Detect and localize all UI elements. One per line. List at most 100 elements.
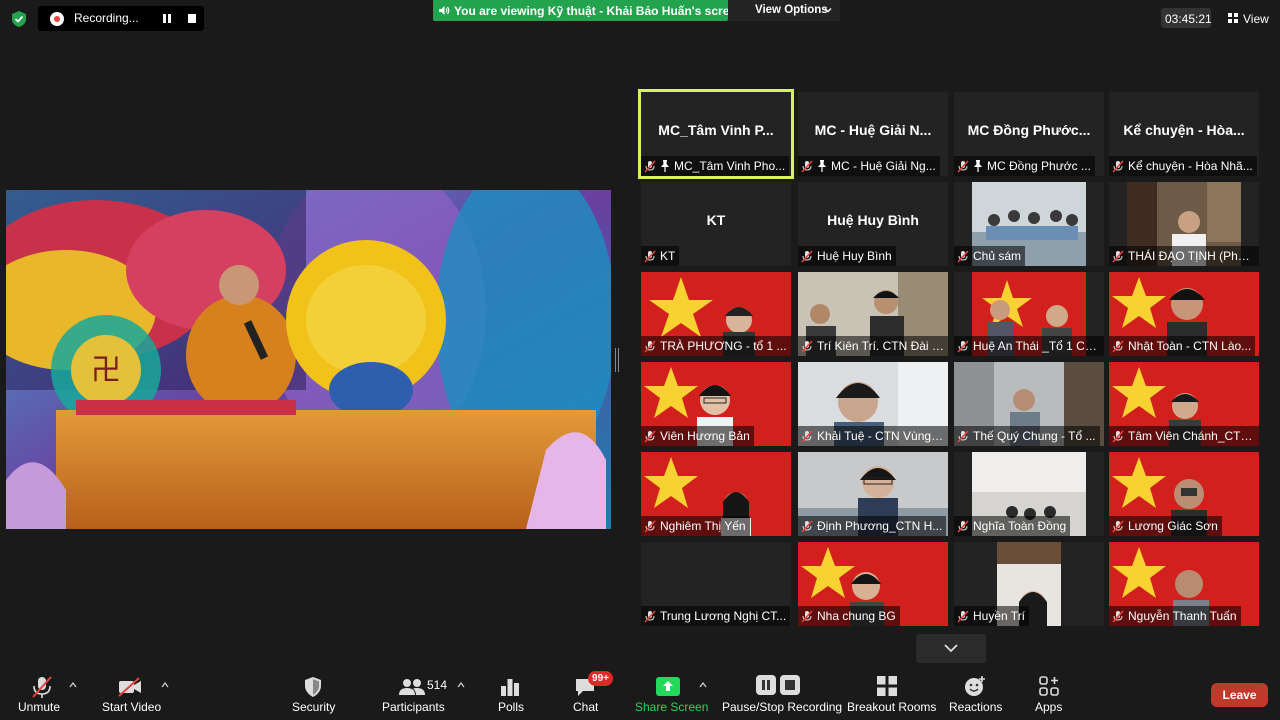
participant-name-label: MC Đồng Phước ...: [954, 156, 1095, 176]
participant-tile[interactable]: Trung Lương Nghị CT...: [641, 542, 791, 626]
participant-tile[interactable]: MC Đồng Phước... MC Đồng Phước ...: [954, 92, 1104, 176]
mic-muted-icon: [644, 249, 656, 263]
participant-tile[interactable]: MC - Huệ Giải N... MC - Huệ Giải Ng...: [798, 92, 948, 176]
next-page-button[interactable]: [916, 634, 986, 663]
participant-name-label: Định Phương_CTN H...: [798, 516, 947, 536]
participant-name-label: Viên Hương Bản: [641, 426, 754, 446]
reactions-button[interactable]: Reactions: [949, 700, 1002, 714]
participant-name-label: Nguyễn Thanh Tuấn: [1109, 606, 1241, 626]
pause-recording-icon[interactable]: [163, 14, 171, 23]
participant-tile[interactable]: THÁI ĐẠO TỊNH (Phật...: [1109, 182, 1259, 266]
security-button[interactable]: Security: [292, 700, 335, 714]
participant-name-label: TRÀ PHƯƠNG - tổ 1 ...: [641, 336, 791, 356]
participant-name-label: Nghĩa Toàn Đồng: [954, 516, 1071, 536]
shared-screen-frame: 卍: [6, 190, 611, 529]
participant-tile[interactable]: Định Phương_CTN H...: [798, 452, 948, 536]
recording-dot-icon: [50, 12, 64, 26]
mic-muted-icon: [1112, 519, 1124, 533]
participant-name-label: Huệ Huy Bình: [798, 246, 896, 266]
participant-tile[interactable]: Viên Hương Bản: [641, 362, 791, 446]
mic-muted-icon: [644, 159, 656, 173]
participant-name-label: Nghiêm Thị Yến: [641, 516, 750, 536]
share-options-caret-icon[interactable]: [699, 682, 707, 688]
reactions-smiley-icon[interactable]: [964, 675, 986, 697]
participant-display-name: MC Đồng Phước...: [967, 122, 1091, 138]
mic-muted-icon: [644, 339, 656, 353]
participant-tile[interactable]: Kể chuyện - Hòa... Kể chuyện - Hòa Nhã..…: [1109, 92, 1259, 176]
leave-label[interactable]: Leave: [1211, 688, 1268, 702]
breakout-rooms-button[interactable]: Breakout Rooms: [847, 700, 936, 714]
participant-tile[interactable]: Khải Tuệ - CTN Vùng ...: [798, 362, 948, 446]
participant-tile[interactable]: Nguyễn Thanh Tuấn: [1109, 542, 1259, 626]
view-button[interactable]: View: [1243, 12, 1269, 26]
stop-recording-icon[interactable]: [188, 14, 196, 23]
chat-button[interactable]: Chat: [573, 700, 598, 714]
participants-count: 514: [427, 678, 448, 692]
participant-name-label: Kể chuyện - Hòa Nhã...: [1109, 156, 1257, 176]
polls-icon[interactable]: [500, 677, 520, 697]
pin-icon: [661, 160, 669, 172]
participant-tile[interactable]: Nghĩa Toàn Đồng: [954, 452, 1104, 536]
participants-icon[interactable]: [399, 678, 425, 696]
participant-name-label: THÁI ĐẠO TỊNH (Phật...: [1109, 246, 1259, 266]
mic-muted-icon: [801, 249, 813, 263]
video-options-caret-icon[interactable]: [161, 682, 169, 688]
share-screen-icon[interactable]: [656, 677, 680, 696]
participant-tile[interactable]: MC_Tâm Vinh P... MC_Tâm Vinh Pho...: [638, 89, 794, 179]
mic-muted-icon: [801, 609, 813, 623]
participant-tile[interactable]: KT KT: [641, 182, 791, 266]
pin-icon: [974, 160, 982, 172]
participant-tile[interactable]: TRÀ PHƯƠNG - tổ 1 ...: [641, 272, 791, 356]
participant-name-label: Trí Kiên Trí. CTN Đài L...: [798, 336, 948, 356]
participant-name-label: Lương Giác Sơn: [1109, 516, 1222, 536]
pause-stop-recording-button[interactable]: Pause/Stop Recording: [722, 700, 842, 714]
mic-muted-icon: [1112, 249, 1124, 263]
participant-name-label: Nha chung BG: [798, 606, 900, 626]
participant-display-name: Kể chuyện - Hòa...: [1123, 122, 1245, 138]
pause-stop-recording-icon[interactable]: [756, 675, 800, 695]
participant-display-name: Huệ Huy Bình: [827, 212, 919, 228]
participants-options-caret-icon[interactable]: [457, 682, 465, 688]
participant-tile[interactable]: Thế Quý Chung - Tổ ...: [954, 362, 1104, 446]
mic-muted-icon: [957, 609, 969, 623]
apps-icon[interactable]: [1039, 676, 1059, 696]
recording-label: Recording...: [74, 11, 139, 25]
participant-tile[interactable]: Huyền Trí: [954, 542, 1104, 626]
participant-name-label: Nhật Toàn - CTN Lào...: [1109, 336, 1256, 356]
chevron-down-icon[interactable]: [944, 643, 958, 653]
share-screen-button[interactable]: Share Screen: [635, 700, 708, 714]
chevron-down-icon[interactable]: [824, 6, 832, 14]
participant-display-name: MC - Huệ Giải N...: [814, 122, 932, 138]
video-off-icon[interactable]: [117, 677, 143, 697]
participant-tile[interactable]: Nhật Toàn - CTN Lào...: [1109, 272, 1259, 356]
polls-button[interactable]: Polls: [498, 700, 524, 714]
participant-name-label: MC_Tâm Vinh Pho...: [641, 156, 790, 176]
unmute-button[interactable]: Unmute: [18, 700, 60, 714]
encryption-shield-icon[interactable]: [10, 10, 28, 28]
microphone-muted-icon[interactable]: [31, 675, 53, 699]
participant-tile[interactable]: Trí Kiên Trí. CTN Đài L...: [798, 272, 948, 356]
speaker-icon: [439, 6, 450, 15]
participant-tile[interactable]: Nghiêm Thị Yến: [641, 452, 791, 536]
meeting-timer-text: 03:45:21: [1165, 12, 1212, 26]
participants-button[interactable]: Participants: [382, 700, 445, 714]
start-video-button[interactable]: Start Video: [102, 700, 161, 714]
security-shield-icon[interactable]: [303, 676, 323, 698]
unmute-options-caret-icon[interactable]: [69, 682, 77, 688]
participant-tile[interactable]: Huệ An Thái _Tổ 1 CT...: [954, 272, 1104, 356]
mic-muted-icon: [644, 429, 656, 443]
grid-view-icon[interactable]: [1228, 13, 1238, 23]
mic-muted-icon: [1112, 609, 1124, 623]
shared-screen-video: 卍: [6, 190, 611, 529]
participant-tile[interactable]: Lương Giác Sơn: [1109, 452, 1259, 536]
apps-button[interactable]: Apps: [1035, 700, 1062, 714]
participant-tile[interactable]: Nha chung BG: [798, 542, 948, 626]
participant-tile[interactable]: Tâm Viên Chánh_CTN...: [1109, 362, 1259, 446]
participant-tile[interactable]: Huệ Huy Bình Huệ Huy Bình: [798, 182, 948, 266]
mic-muted-icon: [957, 339, 969, 353]
split-view-resize-handle[interactable]: [615, 348, 619, 372]
view-options-label[interactable]: View Options: [755, 4, 828, 16]
participant-tile[interactable]: Chủ sám: [954, 182, 1104, 266]
participant-name-label: Khải Tuệ - CTN Vùng ...: [798, 426, 948, 446]
breakout-rooms-icon[interactable]: [877, 676, 897, 696]
